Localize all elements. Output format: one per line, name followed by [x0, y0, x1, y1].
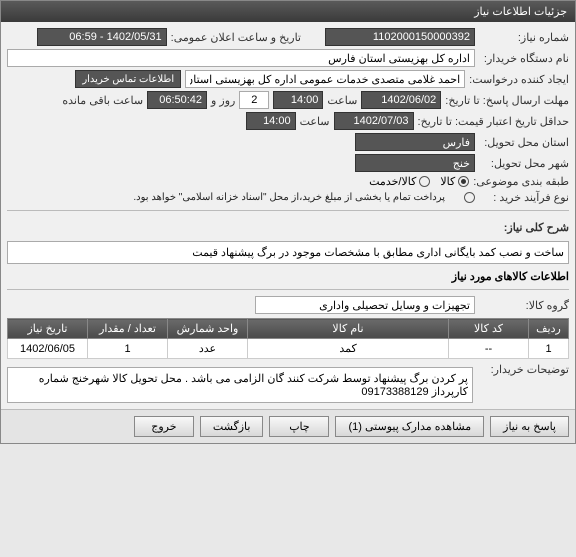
province-label: استان محل تحویل: — [479, 136, 569, 149]
class-service-label: کالا/خدمت — [369, 175, 416, 188]
creator-field[interactable] — [185, 70, 465, 88]
th-code: کد کالا — [449, 319, 529, 339]
respond-button[interactable]: پاسخ به نیاز — [490, 416, 569, 437]
items-table: ردیف کد کالا نام کالا واحد شمارش تعداد /… — [7, 318, 569, 359]
class-goods-label: کالا — [440, 175, 455, 188]
table-header-row: ردیف کد کالا نام کالا واحد شمارش تعداد /… — [8, 319, 569, 339]
req-no-label: شماره نیاز: — [479, 31, 569, 44]
table-cell: 1402/06/05 — [8, 339, 88, 359]
deadline-date-field[interactable] — [361, 91, 441, 109]
announce-label: تاریخ و ساعت اعلان عمومی: — [171, 31, 301, 44]
validity-date-field[interactable] — [334, 112, 414, 130]
table-cell: -- — [449, 339, 529, 359]
details-window: جزئیات اطلاعات نیاز شماره نیاز: تاریخ و … — [0, 0, 576, 444]
divider — [7, 289, 569, 290]
radio-icon — [464, 192, 475, 203]
deadline-time-field[interactable] — [273, 91, 323, 109]
remain-label: ساعت باقی مانده — [62, 94, 143, 107]
buytype-other-radio[interactable] — [461, 192, 475, 203]
creator-label: ایجاد کننده درخواست: — [469, 73, 569, 86]
table-cell: کمد — [248, 339, 449, 359]
deadline-label: مهلت ارسال پاسخ: تا تاریخ: — [445, 94, 569, 107]
class-service-radio[interactable]: کالا/خدمت — [369, 175, 430, 188]
back-button[interactable]: بازگشت — [200, 416, 264, 437]
treasury-note: پرداخت تمام یا بخشی از مبلغ خرید،از محل … — [133, 192, 445, 203]
radio-icon — [419, 176, 430, 187]
group-label: گروه کالا: — [479, 299, 569, 312]
th-unit: واحد شمارش — [168, 319, 248, 339]
validity-time-field[interactable] — [246, 112, 296, 130]
validity-label: حداقل تاریخ اعتبار قیمت: تا تاریخ: — [418, 115, 569, 128]
exit-button[interactable]: خروج — [134, 416, 194, 437]
contact-button[interactable]: اطلاعات تماس خریدار — [75, 70, 181, 88]
buytype-label: نوع فرآیند خرید : — [479, 191, 569, 204]
window-titlebar: جزئیات اطلاعات نیاز — [1, 1, 575, 22]
remain-time-field[interactable] — [147, 91, 207, 109]
days-field[interactable] — [239, 91, 269, 109]
print-button[interactable]: چاپ — [269, 416, 329, 437]
th-row: ردیف — [529, 319, 569, 339]
group-field[interactable] — [255, 296, 475, 314]
form-content: شماره نیاز: تاریخ و ساعت اعلان عمومی: نا… — [1, 22, 575, 409]
attachments-button[interactable]: مشاهده مدارک پیوستی (1) — [335, 416, 484, 437]
summary-text-area[interactable]: ساخت و نصب کمد بایگانی اداری مطابق با مش… — [7, 241, 569, 264]
window-title: جزئیات اطلاعات نیاز — [474, 6, 567, 18]
th-name: نام کالا — [248, 319, 449, 339]
province-field[interactable] — [355, 133, 475, 151]
req-no-field[interactable] — [325, 28, 475, 46]
announce-field[interactable] — [37, 28, 167, 46]
days-label: روز و — [211, 94, 235, 107]
class-label: طبقه بندی موضوعی: — [473, 175, 569, 188]
button-bar: پاسخ به نیاز مشاهده مدارک پیوستی (1) چاپ… — [1, 409, 575, 443]
summary-text: ساخت و نصب کمد بایگانی اداری مطابق با مش… — [192, 247, 564, 259]
buyer-desc-box[interactable]: پر کردن برگ پیشنهاد توسط شرکت کنند گان ا… — [7, 367, 473, 403]
goods-section-title: اطلاعات کالاهای مورد نیاز — [7, 270, 569, 283]
table-cell: 1 — [529, 339, 569, 359]
city-label: شهر محل تحویل: — [479, 157, 569, 170]
buytype-radio-group — [461, 192, 475, 203]
th-qty: تعداد / مقدار — [88, 319, 168, 339]
buyer-field[interactable] — [7, 49, 475, 67]
table-cell: 1 — [88, 339, 168, 359]
table-cell: عدد — [168, 339, 248, 359]
class-radio-group: کالا کالا/خدمت — [369, 175, 469, 188]
time-label-2: ساعت — [300, 115, 330, 128]
class-goods-radio[interactable]: کالا — [440, 175, 469, 188]
buyer-label: نام دستگاه خریدار: — [479, 52, 569, 65]
table-row[interactable]: 1--کمدعدد11402/06/05 — [8, 339, 569, 359]
summary-label: شرح کلی نیاز: — [479, 221, 569, 234]
city-field[interactable] — [355, 154, 475, 172]
radio-icon — [458, 176, 469, 187]
buyer-desc-text: پر کردن برگ پیشنهاد توسط شرکت کنند گان ا… — [39, 373, 468, 398]
buyer-desc-label: توضیحات خریدار: — [479, 363, 569, 376]
th-date: تاریخ نیاز — [8, 319, 88, 339]
divider — [7, 210, 569, 211]
time-label-1: ساعت — [327, 94, 357, 107]
